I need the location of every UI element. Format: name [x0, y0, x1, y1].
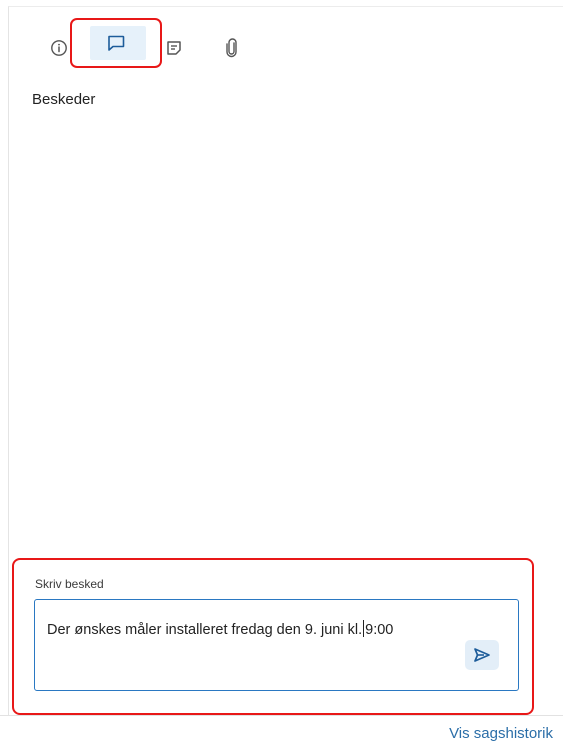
- message-composer: Skriv besked Der ønskes måler installere…: [12, 558, 534, 715]
- message-input[interactable]: Der ønskes måler installeret fredag den …: [34, 599, 519, 691]
- message-input-value: Der ønskes måler installeret fredag den …: [47, 620, 393, 638]
- send-icon: [474, 648, 490, 662]
- text-caret: [363, 620, 365, 637]
- case-history-link[interactable]: Vis sagshistorik: [449, 725, 553, 742]
- send-button[interactable]: [465, 640, 499, 670]
- paperclip-icon: [226, 38, 237, 58]
- tab-messages[interactable]: [70, 18, 162, 68]
- note-icon: [167, 41, 181, 55]
- composer-label: Skriv besked: [35, 577, 104, 591]
- chat-bubble-icon: [108, 35, 125, 51]
- tab-info[interactable]: [45, 34, 73, 62]
- tab-notes[interactable]: [160, 34, 188, 62]
- tab-attachments[interactable]: [218, 34, 246, 62]
- footer-divider: [0, 715, 563, 716]
- info-icon: [51, 40, 67, 56]
- panel-title: Beskeder: [32, 91, 96, 108]
- message-text-before-caret: Der ønskes måler installeret fredag den …: [47, 622, 363, 638]
- message-text-after-caret: 9:00: [365, 622, 394, 638]
